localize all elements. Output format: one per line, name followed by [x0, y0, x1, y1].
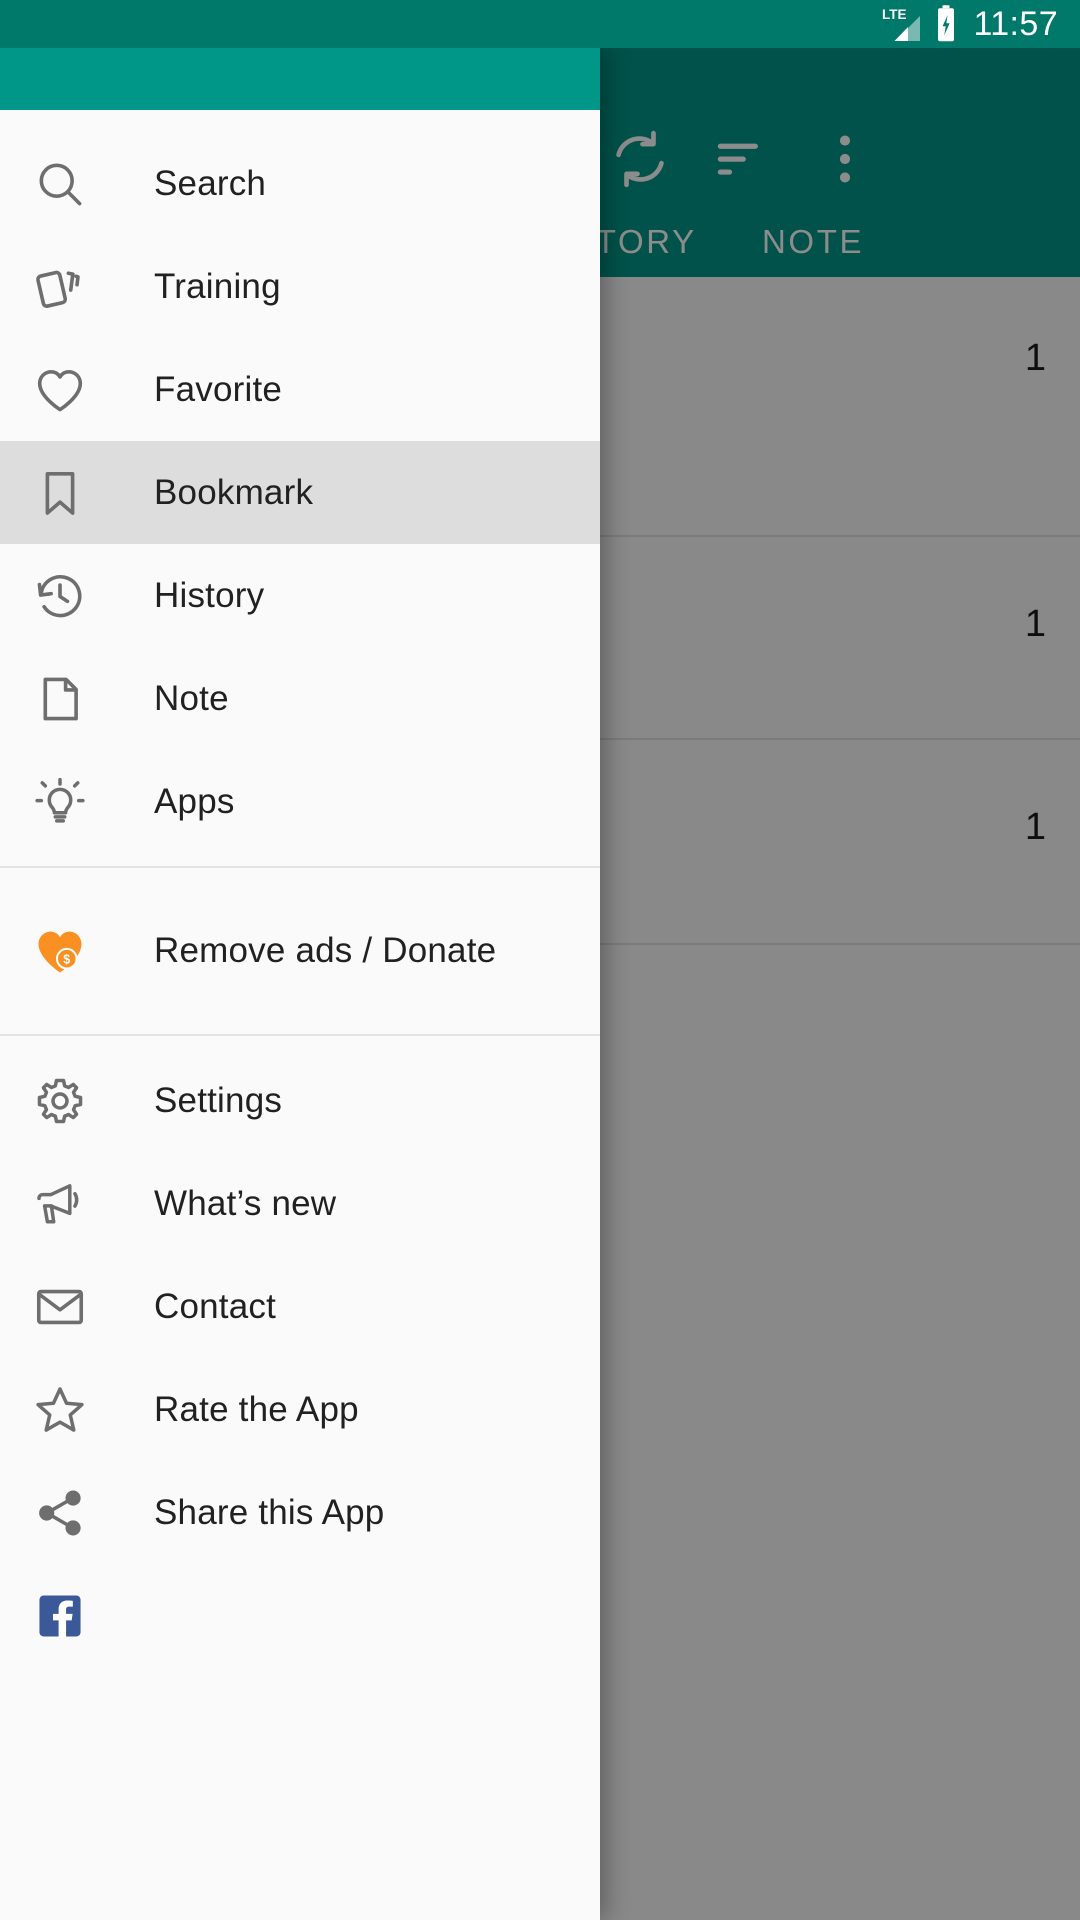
- phone-screen: HISTORY NOTE 1 1 1 Search Training Favor…: [0, 0, 1080, 1920]
- history-clock-icon: [29, 565, 91, 627]
- sidebar-item-history[interactable]: History: [0, 544, 600, 647]
- bookmark-icon: [29, 462, 91, 524]
- battery-charging-icon: [935, 4, 957, 44]
- gear-icon: [29, 1070, 91, 1132]
- sidebar-item-label: Contact: [154, 1286, 277, 1326]
- sidebar-item-favorite[interactable]: Favorite: [0, 338, 600, 441]
- sidebar-item-label: Apps: [154, 781, 235, 821]
- drawer-menu: Search Training Favorite Bookmark Histor…: [0, 132, 600, 1667]
- sidebar-item-rate-the-app[interactable]: Rate the App: [0, 1358, 600, 1461]
- sidebar-item-settings[interactable]: Settings: [0, 1049, 600, 1152]
- facebook-icon: [29, 1585, 91, 1647]
- sidebar-item-remove-ads-donate[interactable]: $ Remove ads / Donate: [0, 868, 600, 1034]
- lightbulb-icon: [29, 771, 91, 833]
- sidebar-item-label: Favorite: [154, 369, 283, 409]
- sidebar-item-label: Remove ads / Donate: [154, 931, 497, 970]
- sidebar-item-apps[interactable]: Apps: [0, 750, 600, 853]
- cards-icon: [29, 256, 91, 318]
- sidebar-item-label: Settings: [154, 1080, 283, 1120]
- star-outline-icon: [29, 1379, 91, 1441]
- sidebar-item-label: Training: [154, 266, 281, 306]
- heart-outline-icon: [29, 359, 91, 421]
- sidebar-item-training[interactable]: Training: [0, 235, 600, 338]
- sidebar-item-whats-new[interactable]: What’s new: [0, 1152, 600, 1255]
- sidebar-item-label: Bookmark: [154, 472, 314, 512]
- document-icon: [29, 668, 91, 730]
- sidebar-item-label: History: [154, 575, 265, 615]
- share-icon: [29, 1482, 91, 1544]
- lte-label: LTE: [882, 7, 907, 22]
- sidebar-item-label: Note: [154, 678, 229, 718]
- svg-text:$: $: [63, 952, 70, 966]
- sidebar-item-label: What’s new: [154, 1183, 337, 1223]
- lte-signal-icon: LTE: [882, 5, 922, 43]
- drawer-header: [0, 48, 600, 110]
- status-bar: LTE 11:57: [0, 0, 1080, 48]
- sidebar-item-label: Search: [154, 163, 267, 203]
- megaphone-icon: [29, 1173, 91, 1235]
- sidebar-item-contact[interactable]: Contact: [0, 1255, 600, 1358]
- sidebar-item-search[interactable]: Search: [0, 132, 600, 235]
- sidebar-item-facebook[interactable]: [0, 1564, 600, 1667]
- sidebar-item-label: Rate the App: [154, 1389, 359, 1429]
- sidebar-item-share-this-app[interactable]: Share this App: [0, 1461, 600, 1564]
- status-bar-right-cluster: LTE 11:57: [882, 0, 1058, 48]
- status-bar-clock: 11:57: [973, 5, 1058, 43]
- sidebar-item-note[interactable]: Note: [0, 647, 600, 750]
- search-icon: [29, 153, 91, 215]
- navigation-drawer: Search Training Favorite Bookmark Histor…: [0, 48, 600, 1920]
- heart-dollar-icon: $: [29, 920, 91, 982]
- sidebar-item-bookmark[interactable]: Bookmark: [0, 441, 600, 544]
- sidebar-item-label: Share this App: [154, 1492, 385, 1532]
- envelope-icon: [29, 1276, 91, 1338]
